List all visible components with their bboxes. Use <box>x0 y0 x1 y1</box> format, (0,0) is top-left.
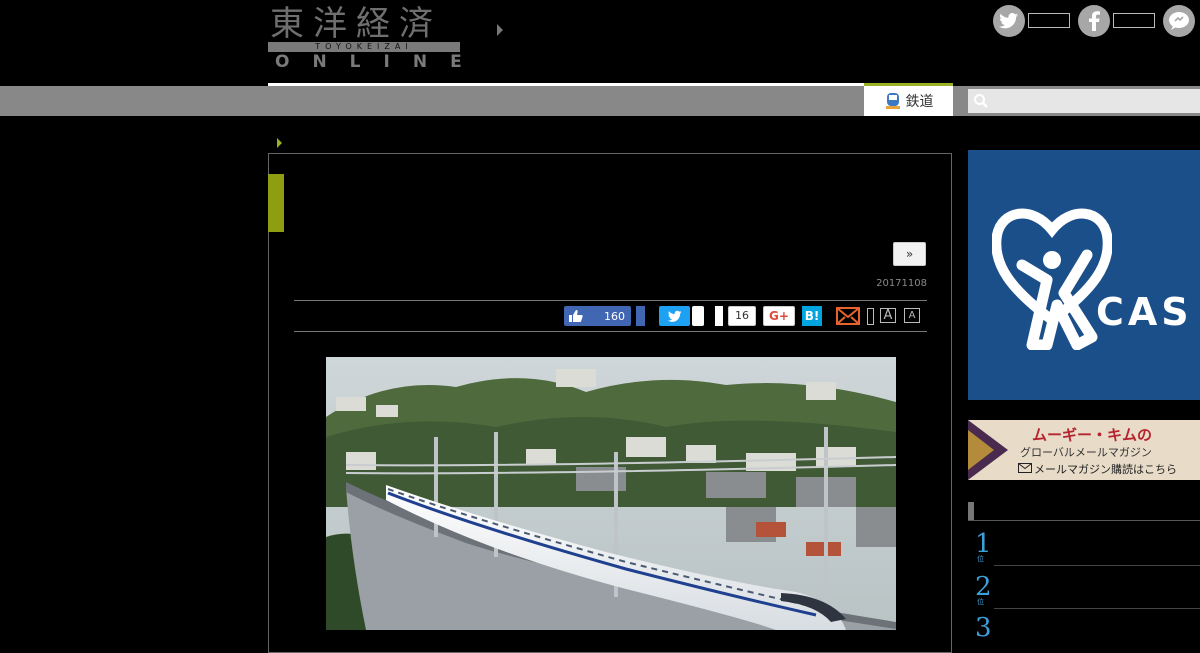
search-icon[interactable] <box>973 93 989 109</box>
ad-mm-subtitle: グローバルメールマガジン <box>1020 446 1152 459</box>
facebook-icon[interactable] <box>1078 5 1110 37</box>
ad-banner-cas[interactable]: CAS <box>968 150 1200 400</box>
article-date: 20171108 <box>876 278 927 289</box>
thumbs-up-icon <box>569 310 583 322</box>
pocket-count: 16 <box>728 306 756 326</box>
breadcrumb-arrow-icon[interactable] <box>277 138 282 148</box>
twitter-bird-icon <box>667 310 681 322</box>
ranking-header-marker <box>968 502 974 520</box>
ranking-header-line <box>968 520 1200 521</box>
logo-kanji[interactable]: 東洋経済 <box>270 4 442 44</box>
tweet-count <box>692 306 704 326</box>
twitter-icon[interactable] <box>993 5 1025 37</box>
next-page-button[interactable]: » <box>893 242 926 266</box>
mail-icon[interactable] <box>836 307 860 325</box>
facebook-like-button[interactable]: 160 <box>564 306 631 326</box>
train-icon <box>885 93 900 109</box>
article-category-marker <box>268 174 284 232</box>
article-photo-shinkansen <box>326 357 896 630</box>
pocket-button[interactable] <box>715 306 723 326</box>
font-size-large-button[interactable]: A <box>880 308 896 323</box>
share-divider-bottom <box>294 331 927 332</box>
hatena-bookmark-button[interactable]: B! <box>802 306 822 326</box>
ad-banner-mail-magazine[interactable]: ムーギー・キムの グローバルメールマガジン メールマガジン購読はこちら <box>968 420 1200 480</box>
print-button[interactable] <box>867 308 874 325</box>
envelope-icon <box>1018 463 1032 473</box>
facebook-like-count: 160 <box>604 309 625 323</box>
header-arrow-icon[interactable] <box>497 24 503 36</box>
logo-romaji-bar: TOYOKEIZAI <box>268 42 460 52</box>
facebook-count-box <box>1113 13 1155 28</box>
search-input[interactable] <box>968 89 1200 113</box>
twitter-count-box <box>1028 13 1070 28</box>
tab-railway[interactable]: 鉄道 <box>864 83 953 116</box>
ranking-suffix-1: 位 <box>977 555 984 563</box>
ad-corner-decoration <box>968 420 1008 480</box>
font-size-small-button[interactable]: A <box>904 308 920 323</box>
ad-mm-link: メールマガジン購読はこちら <box>1034 463 1177 476</box>
google-plus-button[interactable]: G+ <box>763 306 795 326</box>
ad-cas-text: CAS <box>1096 290 1193 334</box>
logo-romaji: TOYOKEIZAI <box>315 42 413 51</box>
chat-icon[interactable] <box>1163 5 1195 37</box>
facebook-share-button[interactable] <box>636 306 645 326</box>
ad-mm-title: ムーギー・キムの <box>1032 426 1153 444</box>
heart-person-logo-icon <box>992 208 1112 350</box>
ranking-suffix-2: 位 <box>977 598 984 606</box>
tweet-button[interactable] <box>659 306 690 326</box>
ranking-separator <box>994 565 1200 566</box>
ranking-separator <box>994 608 1200 609</box>
logo-online[interactable]: ONLINE <box>275 52 485 72</box>
tab-railway-label: 鉄道 <box>905 94 934 110</box>
ranking-number-3[interactable]: 3 <box>975 614 992 642</box>
share-divider-top <box>294 300 927 301</box>
